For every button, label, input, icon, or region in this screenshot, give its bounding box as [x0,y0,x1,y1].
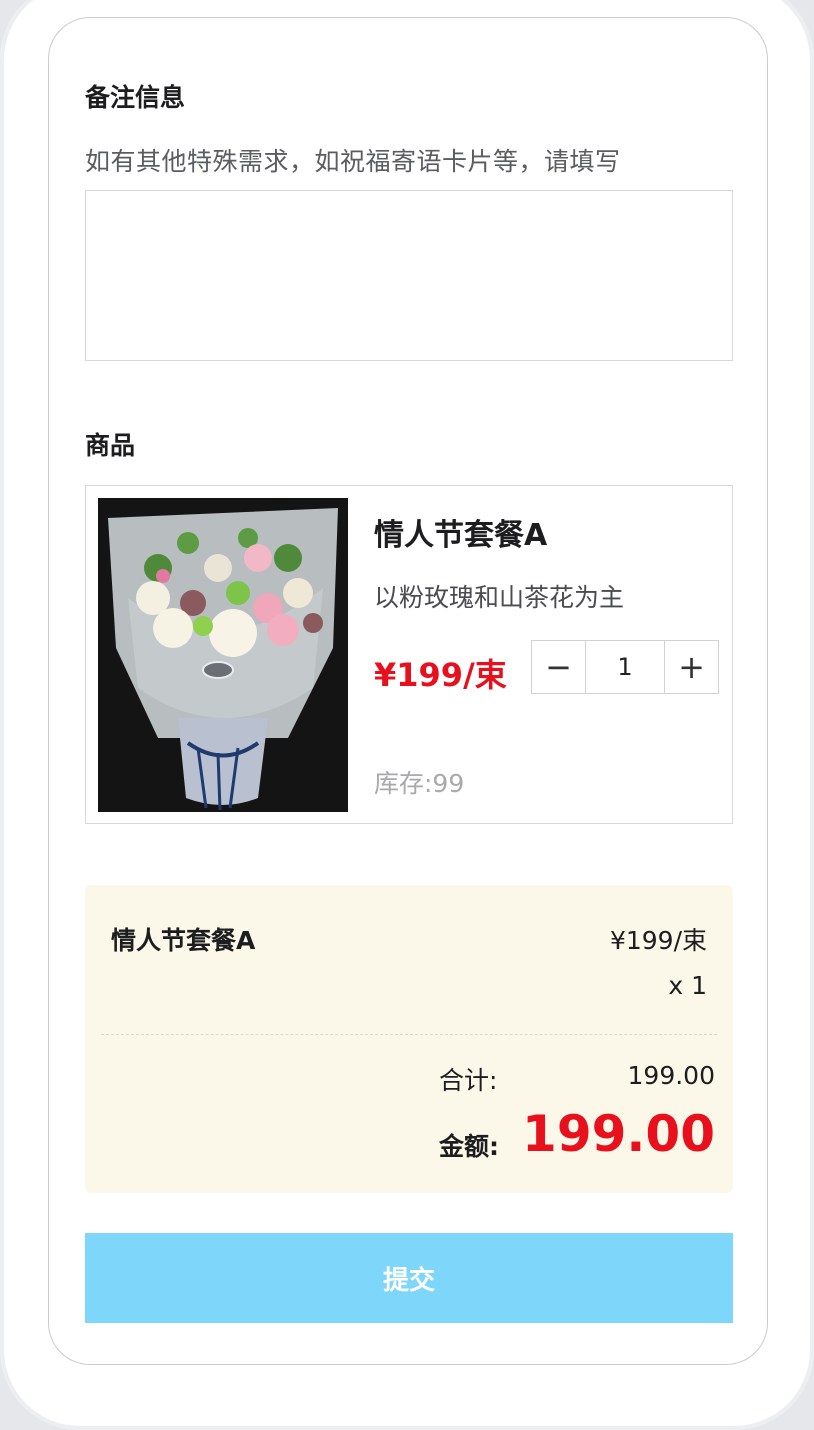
amount-value: 199.00 [522,1105,715,1163]
flower-bouquet-image [98,498,348,812]
order-summary: 情人节套餐A ¥199/束 x 1 合计: 199.00 金额: 199.00 [85,885,733,1193]
goods-section-title: 商品 [85,431,136,460]
quantity-stepper: − 1 + [531,640,719,694]
phone-frame: 备注信息 如有其他特殊需求，如祝福寄语卡片等，请填写 商品 情人节套餐A 以粉玫… [0,0,814,1430]
quantity-value[interactable]: 1 [586,641,664,693]
decrease-quantity-button[interactable]: − [532,641,586,693]
summary-item-name: 情人节套餐A [111,926,256,955]
total-label: 合计: [439,1066,498,1095]
summary-divider [101,1034,717,1035]
summary-item-quantity: x 1 [668,971,707,1000]
increase-quantity-button[interactable]: + [664,641,718,693]
product-description: 以粉玫瑰和山茶花为主 [374,583,625,612]
summary-item-price: ¥199/束 [609,926,707,955]
remark-hint: 如有其他特殊需求，如祝福寄语卡片等，请填写 [85,147,621,176]
total-value: 199.00 [627,1061,715,1090]
stock-count: 库存:99 [374,769,465,798]
amount-label: 金额: [439,1132,499,1161]
order-screen: 备注信息 如有其他特殊需求，如祝福寄语卡片等，请填写 商品 情人节套餐A 以粉玫… [48,17,768,1365]
remark-input[interactable] [85,190,733,361]
submit-button[interactable]: 提交 [85,1233,733,1323]
product-price: ¥199/束 [374,656,507,694]
product-name[interactable]: 情人节套餐A [374,510,547,554]
remark-section-title: 备注信息 [85,83,186,112]
product-card: 情人节套餐A 以粉玫瑰和山茶花为主 ¥199/束 − 1 + 库存:99 [85,485,733,824]
